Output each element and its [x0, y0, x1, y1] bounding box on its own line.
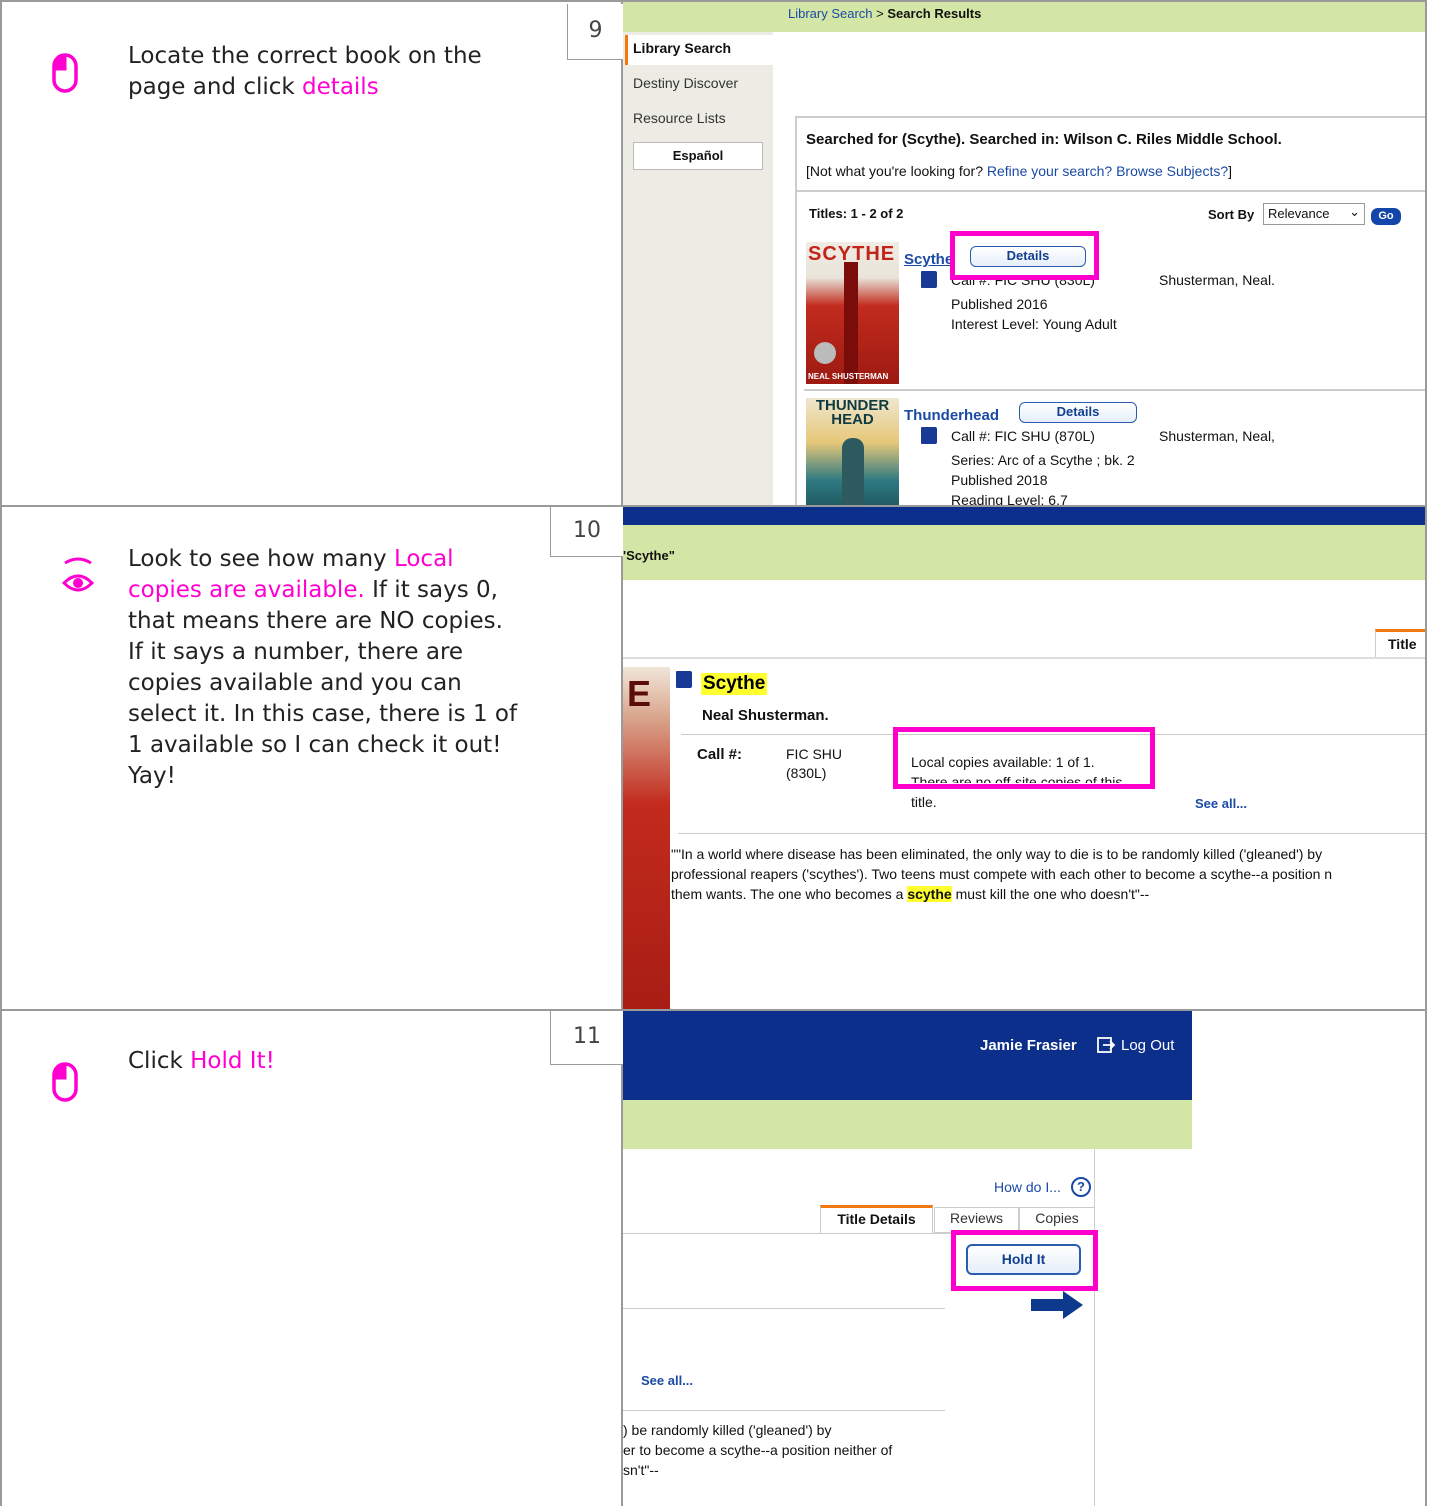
result-title-thunderhead[interactable]: Thunderhead: [904, 407, 999, 424]
cover-figure: [844, 262, 858, 384]
step-11-highlight: Hold It!: [190, 1048, 275, 1074]
book-icon: [921, 271, 937, 288]
author-name: Neal Shusterman.: [702, 707, 829, 724]
content-right-border: [1094, 1149, 1095, 1506]
highlight-box-details: [950, 231, 1099, 280]
grid-right-border: [1425, 0, 1427, 1506]
cover-author: NEAL SHUSTERMAN: [808, 372, 889, 381]
see-all-link[interactable]: See all...: [1195, 796, 1247, 811]
help-icon[interactable]: ?: [1071, 1177, 1091, 1197]
summary-line-3: them wants. The one who becomes a scythe…: [671, 886, 1150, 902]
summary-line-2: professional reapers ('scythes'). Two te…: [671, 866, 1333, 882]
tab-divider: [623, 657, 1425, 659]
highlight-box-hold-it: [951, 1230, 1098, 1291]
call-value-2: (830L): [786, 765, 827, 781]
how-do-i-link[interactable]: How do I...: [994, 1179, 1061, 1195]
summary-line-1: ""In a world where disease has been elim…: [671, 846, 1323, 862]
browse-subjects-link[interactable]: Browse Subjects?: [1116, 163, 1228, 179]
step-11-instruction: Click Hold It!: [128, 1048, 275, 1074]
book-icon: [921, 427, 937, 444]
mouse-icon: [52, 53, 78, 98]
call-value-1: FIC SHU: [786, 746, 842, 762]
summary-divider: [678, 833, 1425, 834]
logout-icon[interactable]: [1096, 1035, 1116, 1060]
call-label: Call #:: [697, 746, 743, 763]
step-11-number: 11: [550, 1011, 623, 1065]
result-line: Series: Arc of a Scythe ; bk. 2: [951, 452, 1135, 468]
sidebar-item-resource-lists[interactable]: Resource Lists: [633, 110, 726, 126]
cover-medal: [814, 342, 836, 364]
result-line: Reading Level: 6.7: [951, 492, 1068, 505]
titles-count: Titles: 1 - 2 of 2: [809, 206, 904, 221]
green-header-bar: [623, 2, 1425, 32]
search-term-highlight: scythe: [907, 886, 952, 902]
sidebar: [623, 32, 773, 505]
user-name: Jamie Frasier: [980, 1037, 1077, 1054]
screenshot-search-results: Library Search > Search Results Library …: [623, 2, 1425, 505]
arrow-right-icon: [1031, 1291, 1083, 1324]
result-divider: [804, 389, 1425, 391]
breadcrumb: Library Search > Search Results: [788, 6, 982, 21]
step-10-number: 10: [550, 507, 623, 557]
result-line: Published 2016: [951, 296, 1048, 312]
green-header-bar: [623, 525, 1425, 580]
result-author-thunderhead: Shusterman, Neal,: [1159, 428, 1275, 444]
eye-icon: [61, 557, 95, 602]
book-cover-scythe[interactable]: SCYTHE NEAL SHUSTERMAN: [806, 242, 899, 384]
result-title-scythe[interactable]: Scythe: [904, 251, 953, 268]
book-icon: [676, 671, 692, 688]
summary-line-1: ) be randomly killed ('gleaned') by: [623, 1422, 832, 1438]
language-button[interactable]: Español: [633, 142, 763, 170]
not-looking-line: [Not what you're looking for? Refine you…: [806, 163, 1233, 179]
results-divider: [797, 190, 1425, 192]
tab-title-details[interactable]: Title Details: [820, 1205, 933, 1233]
sidebar-item-library-search[interactable]: Library Search: [633, 40, 731, 56]
step-10-instruction: Look to see how many Local copies are av…: [128, 546, 518, 789]
summary-line-2: er to become a scythe--a position neithe…: [623, 1442, 893, 1458]
go-button[interactable]: Go: [1371, 208, 1401, 225]
screenshot-hold-it: Jamie Frasier Log Out How do I... ? Titl…: [623, 1011, 1425, 1506]
result-line: Published 2018: [951, 472, 1048, 488]
chevron-down-icon: ⌄: [1349, 204, 1360, 219]
book-cover-thunderhead[interactable]: THUNDER HEAD: [806, 398, 899, 505]
result-line: Interest Level: Young Adult: [951, 316, 1117, 332]
summary-divider: [623, 1410, 945, 1411]
breadcrumb-link[interactable]: Library Search: [788, 6, 873, 21]
page-heading-fragment: 'Scythe": [623, 548, 675, 563]
details-button-thunderhead[interactable]: Details: [1019, 402, 1137, 423]
summary-line-3: sn't"--: [623, 1462, 659, 1478]
step-9-instruction: Locate the correct book on the page and …: [128, 43, 482, 100]
screenshot-title-details: 'Scythe" Title E Scythe Neal Shusterman.…: [623, 507, 1425, 1009]
see-all-link[interactable]: See all...: [641, 1373, 693, 1388]
title-scythe: Scythe: [701, 673, 768, 695]
search-summary: Searched for (Scythe). Searched in: Wils…: [806, 131, 1282, 148]
navy-header-bar: [623, 507, 1425, 525]
highlight-box-local-copies: [893, 727, 1155, 789]
mouse-icon: [52, 1062, 78, 1107]
green-header-bar: [623, 1100, 1192, 1149]
step-9-number: 9: [567, 4, 623, 60]
off-site-end: title.: [911, 794, 937, 810]
cover-title: THUNDER HEAD: [815, 398, 890, 428]
step-9-highlight: details: [302, 74, 379, 100]
result-call-thunderhead: Call #: FIC SHU (870L): [951, 428, 1095, 444]
refine-search-link[interactable]: Refine your search?: [987, 163, 1112, 179]
book-cover-partial: E: [623, 667, 670, 1009]
detail-divider: [623, 1308, 945, 1309]
sort-select[interactable]: Relevance ⌄: [1263, 203, 1365, 225]
cover-figure: [842, 438, 864, 505]
tab-title[interactable]: Title: [1375, 629, 1425, 657]
logout-link[interactable]: Log Out: [1121, 1037, 1174, 1054]
sort-by-label: Sort By: [1208, 207, 1255, 222]
sidebar-item-destiny-discover[interactable]: Destiny Discover: [633, 75, 738, 91]
result-author-scythe: Shusterman, Neal.: [1159, 272, 1275, 288]
grid-left-border: [0, 0, 2, 1506]
